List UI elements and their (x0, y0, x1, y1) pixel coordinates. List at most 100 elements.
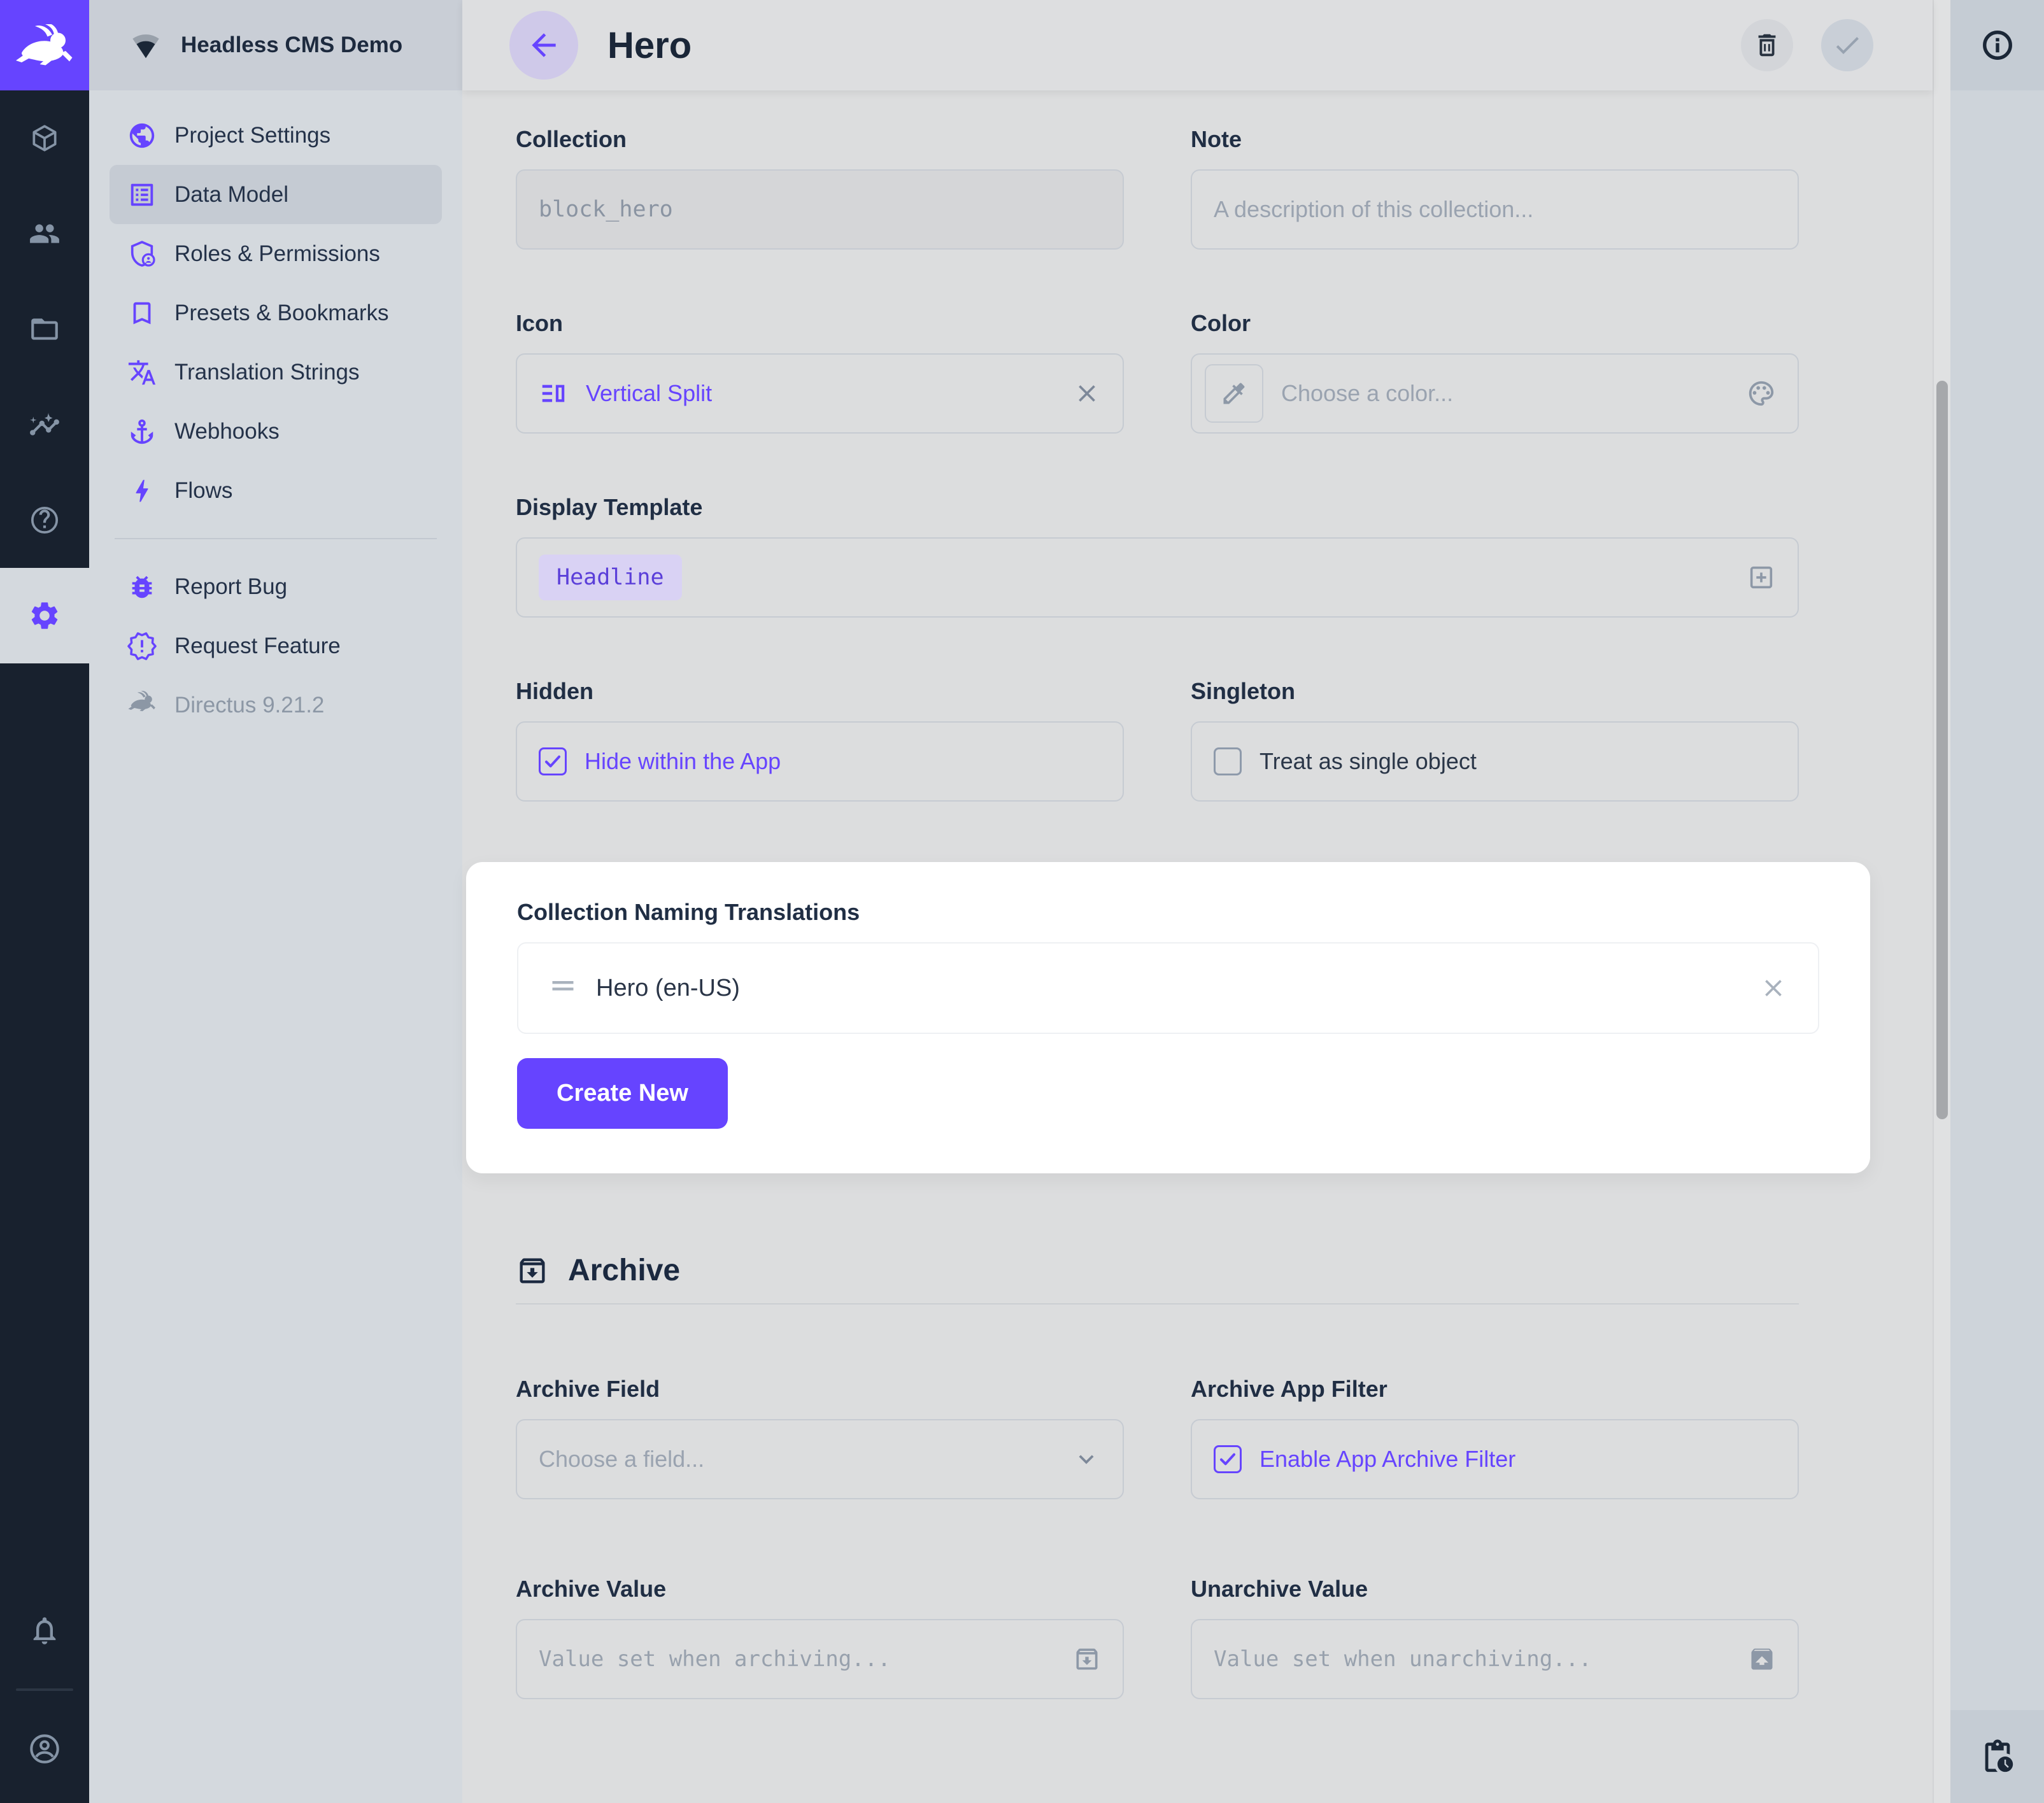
shield-person-icon (127, 239, 157, 269)
remove-translation-button[interactable] (1759, 974, 1787, 1002)
clear-icon-button[interactable] (1073, 379, 1101, 407)
user-circle-icon (27, 1732, 62, 1766)
anchor-icon (127, 417, 157, 446)
sidebar-item-report-bug[interactable]: Report Bug (110, 557, 442, 616)
singleton-label: Singleton (1191, 678, 1799, 705)
archive-app-filter-input[interactable]: Enable App Archive Filter (1191, 1419, 1799, 1499)
settings-sidebar: Headless CMS Demo Project Settings Data … (89, 0, 462, 1803)
sidebar-item-label: Translation Strings (174, 360, 360, 385)
sidebar-item-webhooks[interactable]: Webhooks (110, 402, 442, 461)
sidebar-item-data-model[interactable]: Data Model (110, 165, 442, 224)
info-sidebar-toggle[interactable] (1950, 0, 2044, 90)
info-icon (1980, 28, 2015, 62)
archive-filter-checkbox-checked[interactable] (1214, 1445, 1242, 1473)
trash-icon (1752, 31, 1782, 60)
directus-app: Headless CMS Demo Project Settings Data … (0, 0, 2044, 1803)
module-bar-divider (16, 1688, 73, 1691)
sidebar-item-project-settings[interactable]: Project Settings (110, 106, 442, 165)
box-icon (29, 122, 60, 154)
unarchive-value-label: Unarchive Value (1191, 1576, 1799, 1602)
archive-field-label: Archive Field (516, 1376, 1124, 1403)
delete-collection-button[interactable] (1741, 19, 1793, 71)
add-field-button[interactable] (1747, 563, 1776, 592)
directus-rabbit-small-icon (127, 691, 157, 720)
eyedropper-button[interactable] (1205, 364, 1263, 423)
archive-value-label: Archive Value (516, 1576, 1124, 1602)
archive-value-input[interactable]: Value set when archiving... (516, 1619, 1124, 1699)
unarchive-value-input[interactable]: Value set when unarchiving... (1191, 1619, 1799, 1699)
list-alt-icon (127, 180, 157, 209)
color-input[interactable]: Choose a color... (1191, 353, 1799, 434)
bell-icon (28, 1614, 61, 1647)
insights-icon (29, 409, 60, 441)
hidden-label: Hidden (516, 678, 1124, 705)
translation-list-item[interactable]: Hero (en-US) (517, 942, 1819, 1034)
module-documentation[interactable] (0, 472, 89, 568)
hidden-field: Hidden Hide within the App (516, 678, 1124, 802)
create-new-button[interactable]: Create New (517, 1058, 728, 1129)
check-icon (1832, 30, 1863, 60)
sidebar-item-label: Webhooks (174, 419, 280, 444)
sidebar-item-label: Request Feature (174, 633, 341, 659)
sidebar-version: Directus 9.21.2 (110, 675, 442, 735)
icon-input[interactable]: Vertical Split (516, 353, 1124, 434)
singleton-checkbox-unchecked[interactable] (1214, 747, 1242, 775)
clipboard-clock-icon (1979, 1738, 2016, 1775)
sidebar-item-translation-strings[interactable]: Translation Strings (110, 343, 442, 402)
sidebar-item-request-feature[interactable]: Request Feature (110, 616, 442, 675)
display-template-label: Display Template (516, 494, 1799, 521)
note-input[interactable]: A description of this collection... (1191, 169, 1799, 250)
chevron-down-icon (1072, 1445, 1101, 1474)
scrollbar-thumb[interactable] (1936, 381, 1948, 1119)
module-insights[interactable] (0, 377, 89, 472)
template-field-chip[interactable]: Headline (539, 555, 682, 600)
drag-handle-icon[interactable] (549, 974, 577, 1002)
display-template-input[interactable]: Headline (516, 537, 1799, 618)
module-collections[interactable] (0, 90, 89, 186)
archive-field-select[interactable]: Choose a field... (516, 1419, 1124, 1499)
hidden-checkbox-label: Hide within the App (585, 748, 781, 775)
arrow-left-icon (526, 27, 562, 63)
note-field: Note A description of this collection... (1191, 126, 1799, 250)
connection-signal-icon (129, 28, 163, 62)
hidden-checkbox-checked[interactable] (539, 747, 567, 775)
icon-field: Icon Vertical Split (516, 310, 1124, 434)
translations-spotlight-card: Collection Naming Translations Hero (en-… (466, 862, 1870, 1173)
collection-field: Collection block_hero (516, 126, 1124, 250)
module-user-directory[interactable] (0, 186, 89, 281)
note-placeholder: A description of this collection... (1214, 196, 1533, 223)
archive-field-field: Archive Field Choose a field... (516, 1376, 1124, 1499)
sidebar-item-label: Presets & Bookmarks (174, 300, 389, 326)
revisions-sidebar-toggle[interactable] (1950, 1710, 2044, 1803)
collection-settings-form: Collection block_hero Note A description… (462, 90, 1933, 1699)
settings-nav: Project Settings Data Model (89, 90, 462, 735)
folder-icon (29, 313, 60, 345)
page-title: Hero (607, 24, 692, 67)
sidebar-item-presets-bookmarks[interactable]: Presets & Bookmarks (110, 283, 442, 343)
account-button[interactable] (27, 1714, 62, 1784)
module-settings[interactable] (0, 568, 89, 663)
eyedropper-icon (1220, 379, 1248, 407)
version-label: Directus 9.21.2 (174, 693, 324, 718)
save-button[interactable] (1821, 19, 1873, 71)
notifications-button[interactable] (28, 1595, 61, 1665)
archive-section-heading: Archive (516, 1253, 1799, 1288)
color-field: Color Choose a color... (1191, 310, 1799, 434)
archive-filter-checkbox-label: Enable App Archive Filter (1260, 1446, 1515, 1473)
project-header[interactable]: Headless CMS Demo (89, 0, 462, 90)
singleton-input[interactable]: Treat as single object (1191, 721, 1799, 802)
sidebar-item-roles-permissions[interactable]: Roles & Permissions (110, 224, 442, 283)
hidden-input[interactable]: Hide within the App (516, 721, 1124, 802)
module-file-library[interactable] (0, 281, 89, 377)
sidebar-item-flows[interactable]: Flows (110, 461, 442, 520)
unarchive-value-placeholder: Value set when unarchiving... (1214, 1646, 1592, 1672)
archive-value-field: Archive Value Value set when archiving..… (516, 1576, 1124, 1699)
unarchive-up-icon (1748, 1645, 1776, 1673)
bug-icon (127, 572, 157, 602)
archive-app-filter-label: Archive App Filter (1191, 1376, 1799, 1403)
sidebar-divider (115, 538, 437, 539)
back-button[interactable] (509, 11, 578, 80)
archive-icon (516, 1254, 549, 1287)
directus-logo-button[interactable] (0, 0, 89, 90)
content-scrollbar[interactable] (1933, 0, 1950, 1803)
